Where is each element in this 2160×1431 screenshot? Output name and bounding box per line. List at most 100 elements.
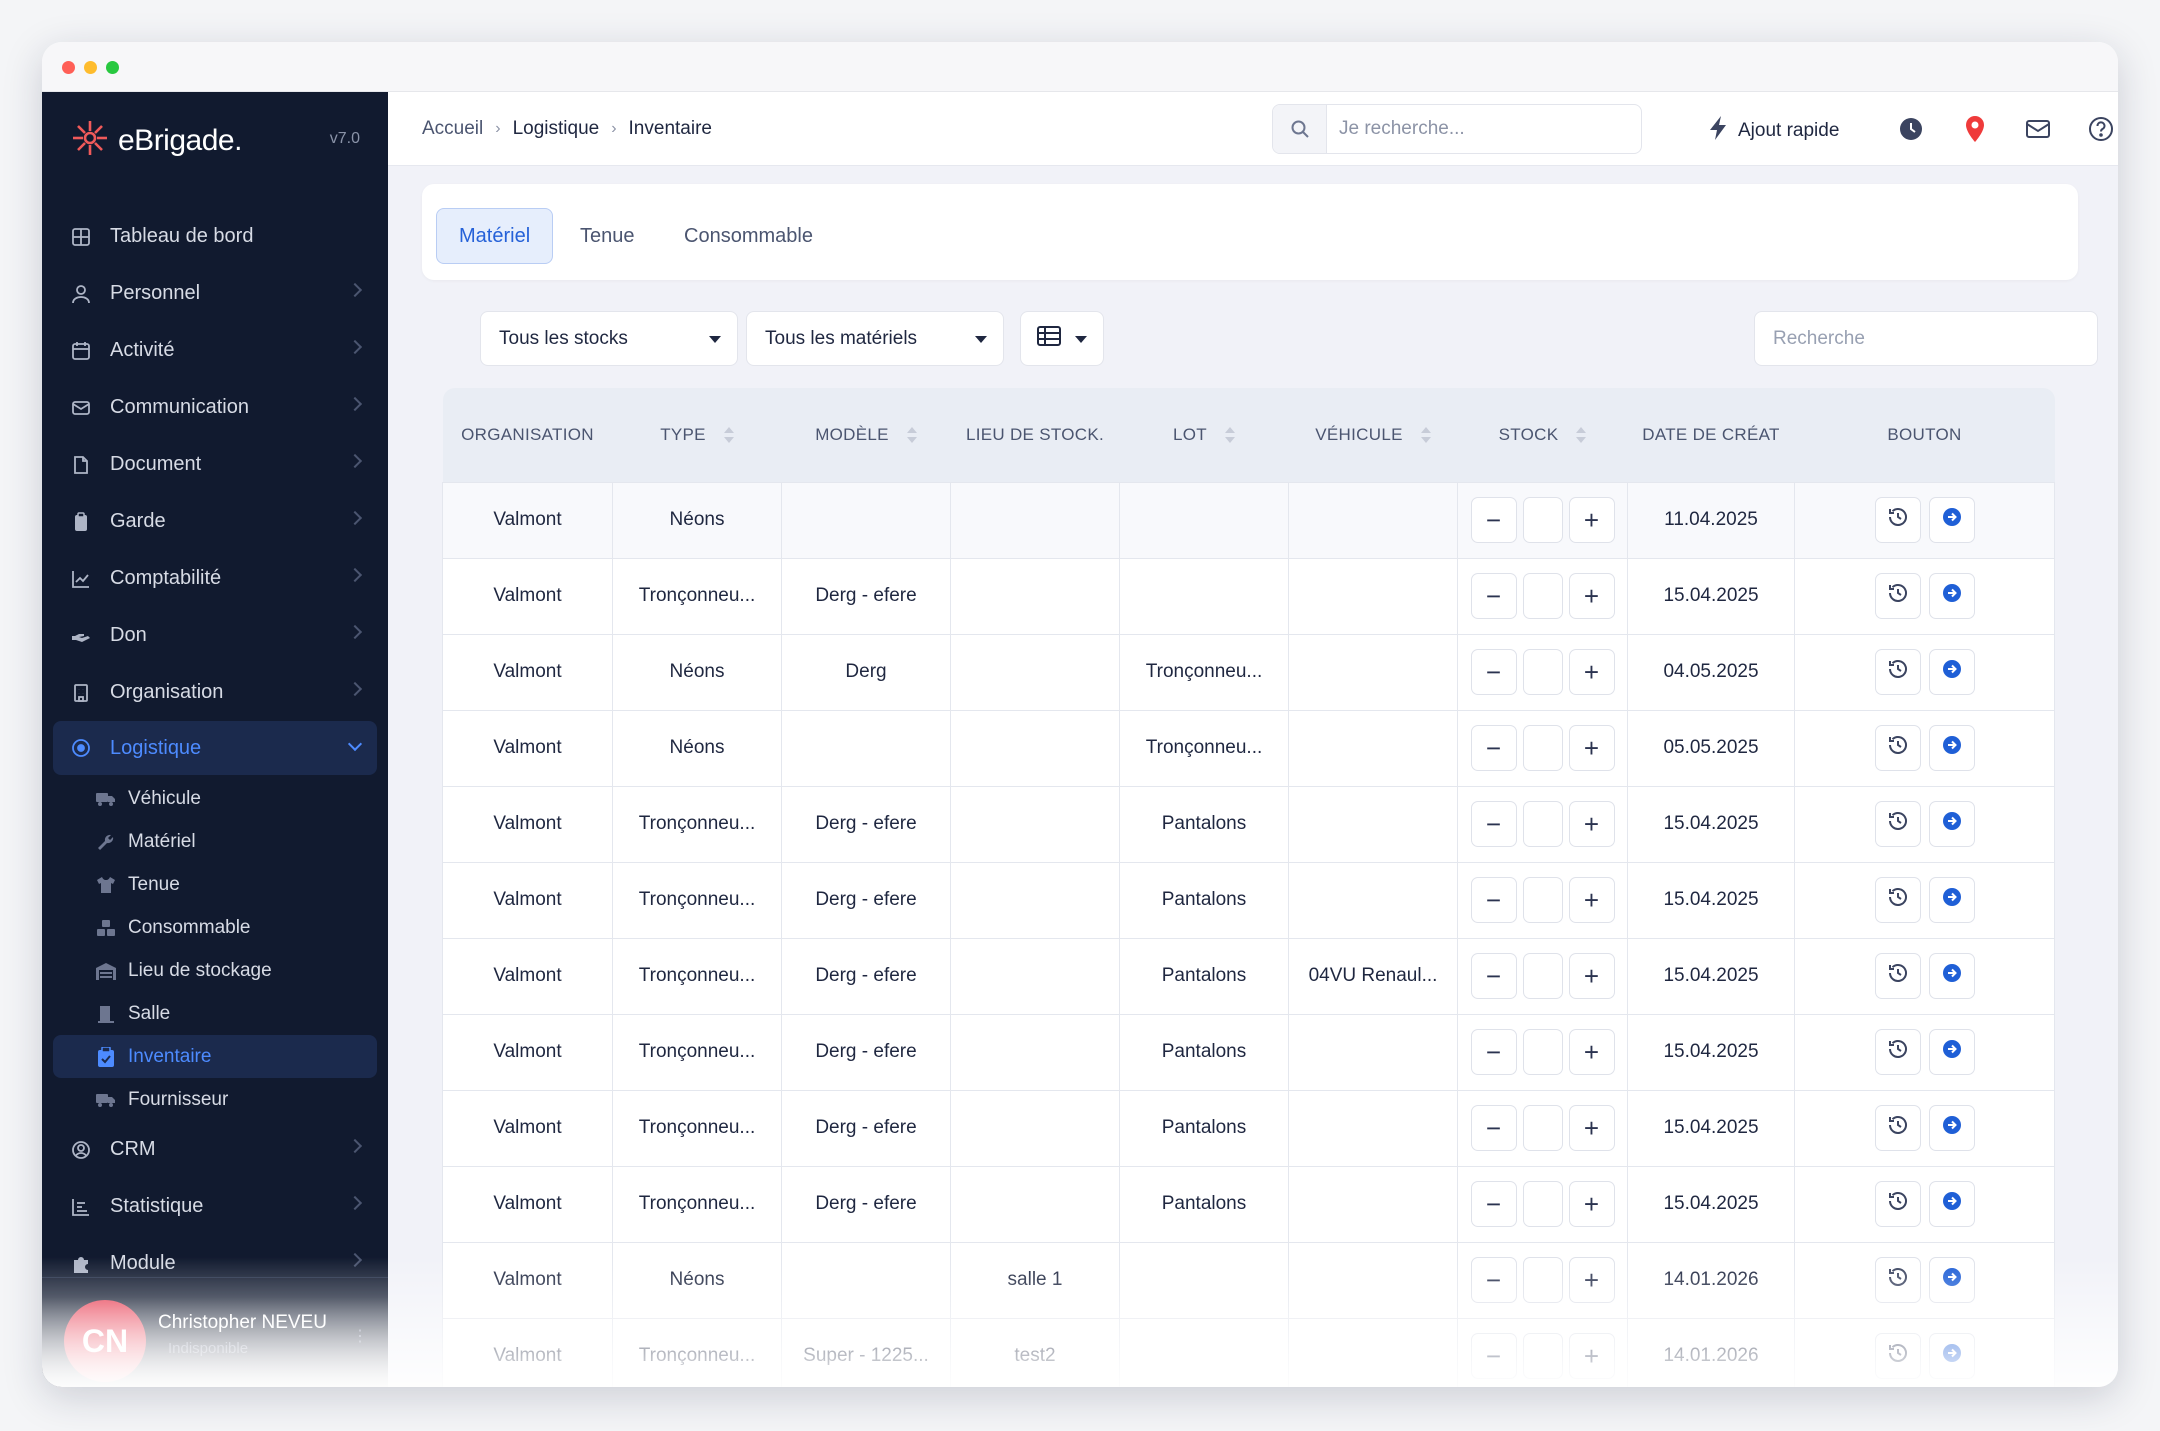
sidebar-item-activite[interactable]: Activité	[42, 322, 388, 379]
sidebar-item-garde[interactable]: Garde	[42, 493, 388, 550]
stock-quantity-input[interactable]	[1522, 1257, 1563, 1303]
column-header-vehicule[interactable]: VÉHICULE	[1288, 388, 1458, 482]
sidebar-item-comptabilite[interactable]: Comptabilité	[42, 550, 388, 607]
stock-quantity-input[interactable]	[1522, 953, 1563, 999]
sidebar-subitem-tenue[interactable]: Tenue	[42, 863, 388, 906]
history-button[interactable]	[1874, 953, 1921, 999]
increment-button[interactable]: +	[1568, 1181, 1615, 1227]
column-header-modele[interactable]: MODÈLE	[781, 388, 951, 482]
sidebar-item-document[interactable]: Document	[42, 436, 388, 493]
history-button[interactable]	[1874, 1257, 1921, 1303]
stock-quantity-input[interactable]	[1522, 649, 1563, 695]
increment-button[interactable]: +	[1568, 953, 1615, 999]
column-header-organisation[interactable]: ORGANISATION	[442, 388, 613, 482]
sidebar-subitem-lieu-de-stockage[interactable]: Lieu de stockage	[42, 949, 388, 992]
decrement-button[interactable]: −	[1470, 573, 1517, 619]
maximize-window-button[interactable]	[106, 61, 119, 74]
history-button[interactable]	[1874, 497, 1921, 543]
sidebar-item-don[interactable]: Don	[42, 607, 388, 664]
open-button[interactable]	[1928, 1333, 1975, 1379]
sidebar-item-personnel[interactable]: Personnel	[42, 265, 388, 322]
history-button[interactable]	[1874, 801, 1921, 847]
decrement-button[interactable]: −	[1470, 1257, 1517, 1303]
minimize-window-button[interactable]	[84, 61, 97, 74]
history-button[interactable]	[1874, 877, 1921, 923]
material-filter-select[interactable]: Tous les matériels	[746, 311, 1004, 366]
open-button[interactable]	[1928, 953, 1975, 999]
history-button[interactable]	[1874, 649, 1921, 695]
stock-quantity-input[interactable]	[1522, 1333, 1563, 1379]
column-header-lot[interactable]: LOT	[1119, 388, 1289, 482]
stock-quantity-input[interactable]	[1522, 1105, 1563, 1151]
user-panel[interactable]: CN Christopher NEVEU Indisponible ⋮	[42, 1277, 388, 1387]
open-button[interactable]	[1928, 649, 1975, 695]
increment-button[interactable]: +	[1568, 1029, 1615, 1075]
decrement-button[interactable]: −	[1470, 497, 1517, 543]
tab-consommable[interactable]: Consommable	[662, 208, 835, 264]
open-button[interactable]	[1928, 877, 1975, 923]
sidebar-subitem-consommable[interactable]: Consommable	[42, 906, 388, 949]
open-button[interactable]	[1928, 1257, 1975, 1303]
stock-filter-select[interactable]: Tous les stocks	[480, 311, 738, 366]
decrement-button[interactable]: −	[1470, 877, 1517, 923]
stock-quantity-input[interactable]	[1522, 573, 1563, 619]
stock-quantity-input[interactable]	[1522, 877, 1563, 923]
view-toggle-button[interactable]	[1020, 311, 1104, 366]
open-button[interactable]	[1928, 497, 1975, 543]
sidebar-subitem-fournisseur[interactable]: Fournisseur	[42, 1078, 388, 1121]
mail-icon[interactable]	[2023, 114, 2053, 144]
increment-button[interactable]: +	[1568, 1257, 1615, 1303]
column-header-date-de-creation[interactable]: DATE DE CRÉAT	[1627, 388, 1795, 482]
open-button[interactable]	[1928, 801, 1975, 847]
open-button[interactable]	[1928, 725, 1975, 771]
increment-button[interactable]: +	[1568, 801, 1615, 847]
stock-quantity-input[interactable]	[1522, 497, 1563, 543]
sidebar-subitem-materiel[interactable]: Matériel	[42, 820, 388, 863]
stock-quantity-input[interactable]	[1522, 1029, 1563, 1075]
open-button[interactable]	[1928, 1029, 1975, 1075]
clock-icon[interactable]	[1896, 114, 1926, 144]
close-window-button[interactable]	[62, 61, 75, 74]
map-pin-icon[interactable]	[1960, 114, 1990, 144]
decrement-button[interactable]: −	[1470, 649, 1517, 695]
open-button[interactable]	[1928, 573, 1975, 619]
increment-button[interactable]: +	[1568, 1333, 1615, 1379]
open-button[interactable]	[1928, 1181, 1975, 1227]
sidebar-item-tableau-de-bord[interactable]: Tableau de bord	[42, 208, 388, 265]
decrement-button[interactable]: −	[1470, 1105, 1517, 1151]
decrement-button[interactable]: −	[1470, 801, 1517, 847]
decrement-button[interactable]: −	[1470, 725, 1517, 771]
sidebar-subitem-inventaire[interactable]: Inventaire	[53, 1035, 377, 1078]
global-search-input[interactable]	[1339, 105, 1629, 153]
history-button[interactable]	[1874, 1029, 1921, 1075]
table-search-input[interactable]	[1755, 312, 2097, 365]
sidebar-item-communication[interactable]: Communication	[42, 379, 388, 436]
column-header-type[interactable]: TYPE	[612, 388, 782, 482]
increment-button[interactable]: +	[1568, 1105, 1615, 1151]
column-header-stock[interactable]: STOCK	[1457, 388, 1628, 482]
sidebar-subitem-salle[interactable]: Salle	[42, 992, 388, 1035]
increment-button[interactable]: +	[1568, 497, 1615, 543]
sidebar-item-statistique[interactable]: Statistique	[42, 1178, 388, 1235]
stock-quantity-input[interactable]	[1522, 1181, 1563, 1227]
stock-quantity-input[interactable]	[1522, 801, 1563, 847]
history-button[interactable]	[1874, 1181, 1921, 1227]
increment-button[interactable]: +	[1568, 649, 1615, 695]
tab-materiel[interactable]: Matériel	[436, 208, 554, 264]
sidebar-item-organisation[interactable]: Organisation	[42, 664, 388, 721]
more-options-icon[interactable]: ⋮	[352, 1326, 368, 1346]
increment-button[interactable]: +	[1568, 877, 1615, 923]
increment-button[interactable]: +	[1568, 573, 1615, 619]
brand-logo[interactable]: eBrigade.	[70, 118, 242, 163]
tab-tenue[interactable]: Tenue	[558, 208, 657, 264]
increment-button[interactable]: +	[1568, 725, 1615, 771]
help-icon[interactable]	[2086, 114, 2116, 144]
breadcrumb-home[interactable]: Accueil	[422, 118, 483, 140]
decrement-button[interactable]: −	[1470, 1333, 1517, 1379]
stock-quantity-input[interactable]	[1522, 725, 1563, 771]
history-button[interactable]	[1874, 1105, 1921, 1151]
history-button[interactable]	[1874, 1333, 1921, 1379]
sidebar-item-logistique[interactable]: Logistique	[53, 721, 377, 775]
history-button[interactable]	[1874, 725, 1921, 771]
column-header-lieu-de-stockage[interactable]: LIEU DE STOCK.	[950, 388, 1120, 482]
